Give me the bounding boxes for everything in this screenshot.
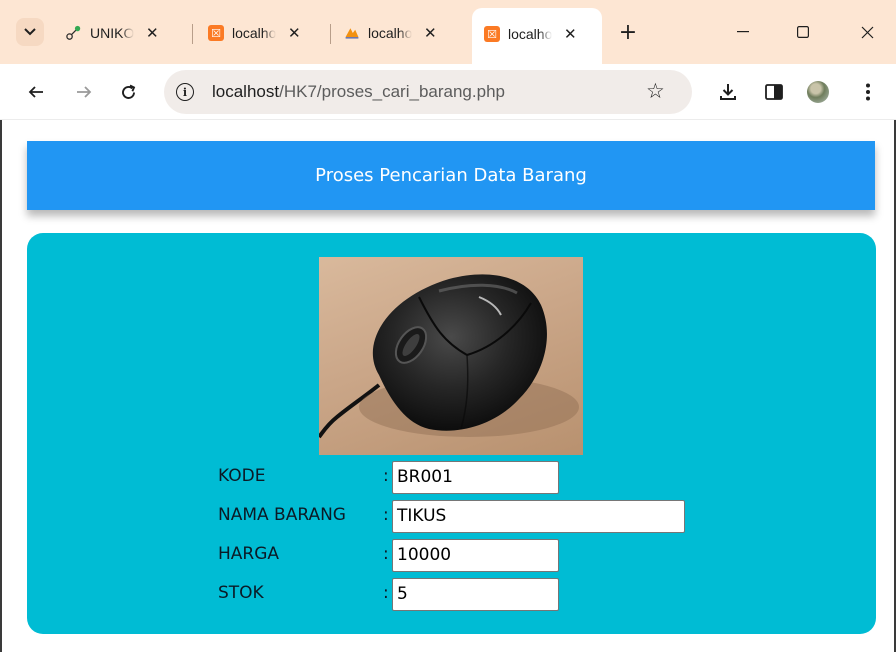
form-row-nama-barang: NAMA BARANG : TIKUS [218,498,698,534]
url-text: localhost/HK7/proses_cari_barang.php [212,82,505,101]
maximize-button[interactable] [780,18,826,46]
tab-separator [192,24,193,44]
tab-strip: UNIKOM ✕ ☒ localhost ✕ localhost ✕ ☒ loc… [0,0,896,64]
harga-input[interactable]: 10000 [392,539,559,572]
tab-title: UNIKOM [90,25,134,41]
reload-icon [121,84,135,99]
window-border [0,120,2,652]
side-panel-icon [765,84,783,100]
network-icon [66,25,82,41]
close-window-button[interactable] [844,18,890,46]
browser-toolbar: i localhost/HK7/proses_cari_barang.php ☆ [0,64,896,120]
minimize-button[interactable] [720,18,766,46]
form-row-harga: HARGA : 10000 [218,537,698,573]
colon: : [383,466,389,486]
bookmark-star-icon[interactable]: ☆ [646,79,665,103]
product-image [319,257,583,455]
tab-title: localhost [368,25,412,41]
xampp-icon: ☒ [484,26,500,42]
kode-input[interactable]: BR001 [392,461,559,494]
downloads-button[interactable] [712,76,744,108]
form-row-kode: KODE : BR001 [218,459,698,495]
form-row-stok: STOK : 5 [218,576,698,612]
tab-search-button[interactable] [16,18,44,46]
xampp-icon: ☒ [208,25,224,41]
close-icon [861,26,873,38]
stok-input[interactable]: 5 [392,578,559,611]
result-card: KODE : BR001 NAMA BARANG : TIKUS HARGA :… [27,233,876,634]
close-icon[interactable]: ✕ [564,25,577,43]
tab-localhost-phpmyadmin[interactable]: localhost ✕ [344,10,437,56]
page-header: Proses Pencarian Data Barang [27,141,875,210]
tab-title: localhost [508,26,552,42]
close-icon[interactable]: ✕ [146,24,159,42]
avatar [807,81,829,103]
reload-button[interactable] [112,76,144,108]
menu-button[interactable] [852,76,884,108]
back-arrow-icon [28,86,43,98]
site-info-icon[interactable]: i [176,83,194,101]
plus-icon: + [618,19,638,45]
stok-label: STOK [218,583,264,603]
mouse-picture [319,274,579,439]
tab-separator [330,24,331,44]
profile-button[interactable] [802,76,834,108]
chevron-down-icon [24,28,36,36]
maximize-icon [797,26,809,38]
page-title: Proses Pencarian Data Barang [315,165,587,186]
colon: : [383,544,389,564]
colon: : [383,583,389,603]
close-icon[interactable]: ✕ [424,24,437,42]
tab-title: localhost [232,25,276,41]
nama-barang-input[interactable]: TIKUS [392,500,685,533]
back-button[interactable] [20,76,52,108]
tab-unikom[interactable]: UNIKOM ✕ [66,10,159,56]
tab-localhost-active[interactable]: ☒ localhost ✕ [472,8,602,64]
tab-localhost-xampp[interactable]: ☒ localhost ✕ [208,10,301,56]
forward-arrow-icon [77,86,92,98]
address-bar[interactable]: i localhost/HK7/proses_cari_barang.php ☆ [164,70,692,114]
colon: : [383,505,389,525]
forward-button[interactable] [68,76,100,108]
harga-label: HARGA [218,544,280,564]
close-icon[interactable]: ✕ [288,24,301,42]
phpmyadmin-icon [344,25,360,41]
download-icon [720,84,736,100]
new-tab-button[interactable]: + [614,18,642,46]
minimize-icon [737,31,749,33]
side-panel-button[interactable] [758,76,790,108]
kode-label: KODE [218,466,266,486]
more-vert-icon [866,83,870,101]
nama-barang-label: NAMA BARANG [218,505,346,525]
